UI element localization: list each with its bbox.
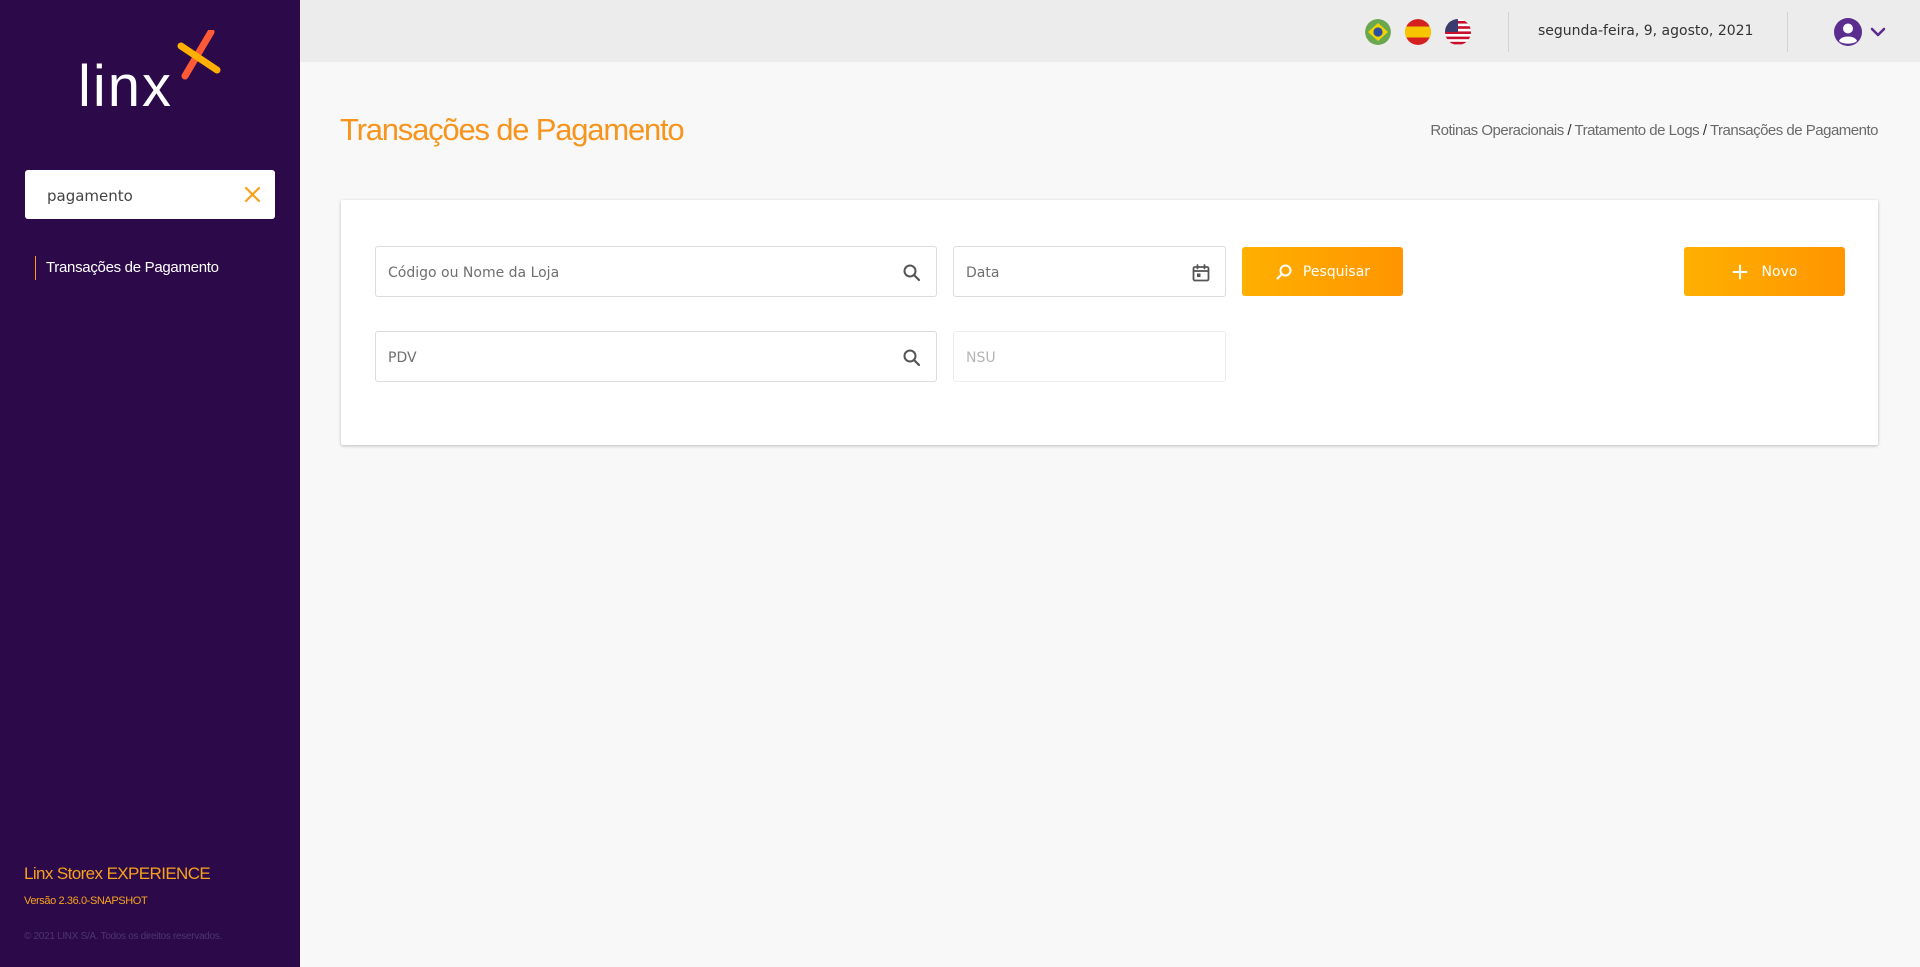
breadcrumb-item[interactable]: Tratamento de Logs (1574, 122, 1699, 139)
logo-mark-icon (177, 30, 221, 80)
product-name: Linx Storex EXPERIENCE (24, 864, 211, 883)
chevron-down-icon (1870, 27, 1886, 37)
spain-flag-icon[interactable] (1405, 19, 1431, 45)
menu-search-input[interactable] (45, 170, 239, 221)
sidebar-item-transacoes-pagamento[interactable]: Transações de Pagamento (35, 256, 219, 280)
breadcrumb-item[interactable]: Rotinas Operacionais (1430, 122, 1564, 139)
logo-text: linx (78, 54, 174, 119)
divider (1508, 12, 1509, 52)
pdv-field (375, 331, 937, 383)
divider (1787, 12, 1788, 52)
store-field (375, 246, 937, 298)
search-icon[interactable] (902, 263, 922, 283)
usa-flag-icon[interactable] (1445, 19, 1471, 45)
menu-search-box (25, 170, 275, 221)
pdv-input[interactable] (386, 332, 838, 383)
date-field (953, 246, 1226, 298)
breadcrumb-item[interactable]: Transações de Pagamento (1710, 122, 1879, 139)
search-button[interactable]: Pesquisar (1242, 247, 1403, 296)
date-input[interactable] (964, 247, 1185, 298)
linx-logo[interactable]: linx (78, 30, 228, 120)
version-label: Versão 2.36.0-SNAPSHOT (24, 895, 148, 907)
current-date: segunda-feira, 9, agosto, 2021 (1538, 23, 1754, 39)
copyright-text: © 2021 LINX S/A. Todos os direitos reser… (24, 931, 222, 942)
nsu-input[interactable] (964, 332, 1185, 383)
store-input[interactable] (386, 247, 838, 298)
new-button-label: Novo (1761, 263, 1798, 280)
search-button-label: Pesquisar (1302, 263, 1371, 280)
plus-icon (1732, 264, 1748, 279)
new-button[interactable]: Novo (1684, 247, 1845, 296)
user-menu[interactable] (1833, 17, 1889, 47)
filter-card: Pesquisar Novo (341, 200, 1878, 445)
nsu-field (953, 331, 1226, 383)
close-icon[interactable] (244, 186, 261, 203)
search-icon (1276, 264, 1292, 280)
top-bar: segunda-feira, 9, agosto, 2021 (300, 0, 1920, 62)
breadcrumb-separator: / (1567, 122, 1572, 139)
sidebar: linx Transações de Pagamento Linx Storex… (0, 0, 300, 967)
breadcrumb: Rotinas Operacionais / Tratamento de Log… (1430, 122, 1878, 139)
user-avatar-icon (1834, 18, 1862, 46)
brazil-flag-icon[interactable] (1365, 19, 1391, 45)
page-title: Transações de Pagamento (340, 112, 685, 147)
search-icon[interactable] (902, 348, 922, 368)
calendar-icon[interactable] (1191, 263, 1211, 283)
breadcrumb-separator: / (1702, 122, 1707, 139)
